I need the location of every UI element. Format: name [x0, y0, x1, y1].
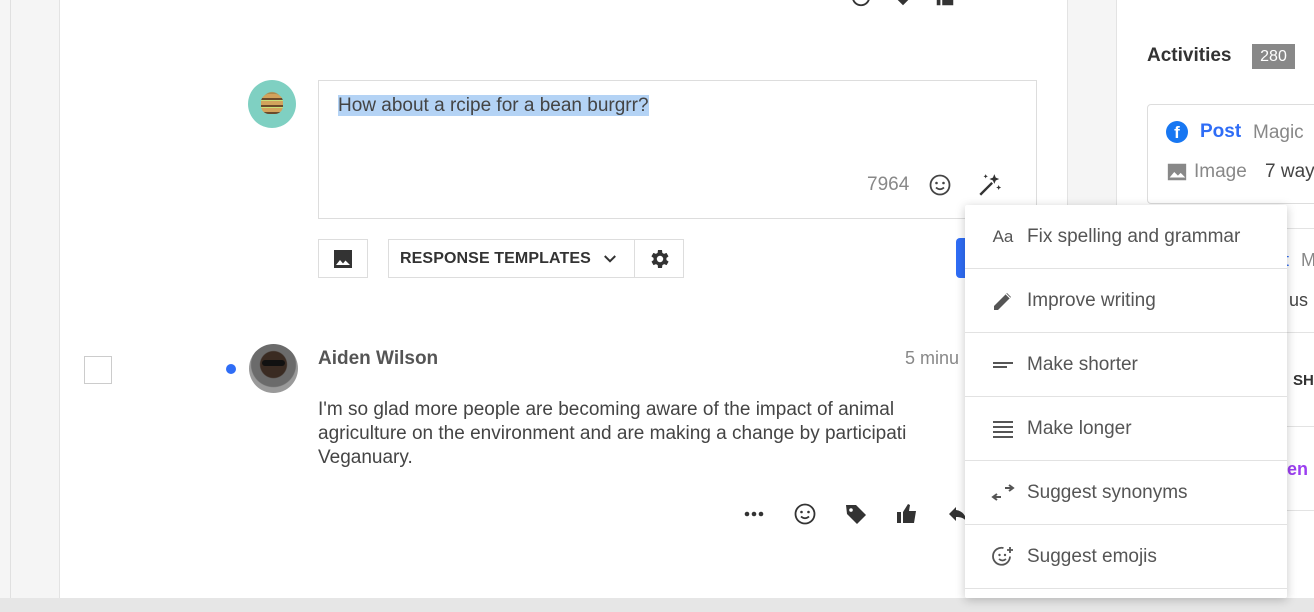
tag-icon[interactable] — [844, 502, 868, 526]
menu-item-suggest-synonyms[interactable]: Suggest synonyms — [965, 461, 1287, 525]
comment-body: I'm so glad more people are becoming awa… — [318, 399, 907, 468]
gear-icon — [651, 249, 669, 268]
facebook-icon: f — [1166, 121, 1188, 143]
activity-type-label[interactable]: Post — [1200, 121, 1241, 143]
activity-peek-label: SH — [1293, 372, 1314, 389]
response-templates-dropdown[interactable]: RESPONSE TEMPLATES — [388, 239, 635, 278]
composer-text[interactable]: How about a rcipe for a bean burgrr? — [338, 95, 649, 117]
swap-arrows-icon — [990, 480, 1016, 506]
activity-peek-link[interactable]: en — [1287, 459, 1308, 480]
menu-item-make-longer[interactable]: Make longer — [965, 397, 1287, 461]
menu-item-make-shorter[interactable]: Make shorter — [965, 333, 1287, 397]
emoji-icon[interactable] — [793, 502, 817, 526]
ai-writing-menu: Aa Fix spelling and grammar Improve writ… — [965, 205, 1287, 598]
menu-item-label: Improve writing — [1027, 289, 1156, 311]
emoji-icon[interactable] — [850, 0, 872, 8]
activities-count-badge: 280 — [1252, 44, 1295, 69]
avatar[interactable] — [249, 344, 298, 393]
activity-media-label: Image — [1194, 161, 1247, 182]
menu-item-label: Make longer — [1027, 417, 1132, 439]
character-count: 7964 — [867, 174, 910, 195]
tag-icon[interactable] — [892, 0, 914, 8]
activity-text-peek: 7 way — [1265, 161, 1314, 182]
activity-card[interactable]: f Post Magic Image 7 way — [1147, 104, 1314, 204]
previous-message-actions — [850, 0, 956, 8]
horizontal-scrollbar[interactable] — [0, 598, 1314, 612]
response-templates-label: RESPONSE TEMPLATES — [400, 249, 591, 267]
menu-item-label: Suggest synonyms — [1027, 481, 1188, 503]
like-icon[interactable] — [934, 0, 956, 8]
activities-title: Activities — [1147, 45, 1232, 66]
settings-button[interactable] — [634, 239, 684, 278]
short-text-icon — [990, 352, 1016, 378]
more-icon[interactable] — [742, 502, 766, 526]
magic-wand-icon[interactable] — [977, 172, 1003, 198]
emoji-picker-icon[interactable] — [928, 173, 952, 197]
like-icon[interactable] — [895, 502, 919, 526]
image-icon — [334, 249, 352, 268]
image-icon — [1166, 161, 1188, 183]
menu-item-improve-writing[interactable]: Improve writing — [965, 269, 1287, 333]
current-user-avatar — [248, 80, 296, 128]
long-text-icon — [990, 416, 1016, 442]
menu-item-suggest-emojis[interactable]: Suggest emojis — [965, 525, 1287, 589]
comment-author[interactable]: Aiden Wilson — [318, 348, 438, 370]
text-format-icon: Aa — [992, 226, 1014, 246]
activity-peek-text: us — [1289, 290, 1309, 310]
reply-composer[interactable]: How about a rcipe for a bean burgrr? 796… — [318, 80, 1037, 219]
comment-actions — [742, 502, 970, 526]
activity-title-peek: Magic — [1253, 122, 1304, 143]
attach-image-button[interactable] — [318, 239, 368, 278]
left-rail — [0, 0, 10, 598]
menu-item-label: Make shorter — [1027, 353, 1138, 375]
select-comment-checkbox[interactable] — [84, 356, 112, 384]
chevron-down-icon — [603, 254, 616, 263]
menu-item-label: Suggest emojis — [1027, 545, 1157, 567]
pencil-icon — [990, 288, 1016, 314]
left-divider — [10, 0, 11, 598]
add-emoji-icon — [990, 544, 1016, 570]
menu-item-fix-spelling[interactable]: Aa Fix spelling and grammar — [965, 205, 1287, 269]
comment-time: 5 minu — [905, 348, 960, 368]
unread-indicator — [226, 364, 236, 374]
menu-item-label: Fix spelling and grammar — [1027, 225, 1241, 247]
activity-peek-text: M — [1301, 250, 1314, 270]
